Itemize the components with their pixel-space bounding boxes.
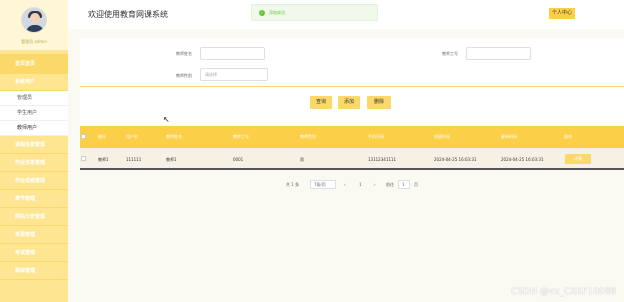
column-header: 用户名 bbox=[126, 134, 138, 139]
pagination-total: 共 1 条 bbox=[286, 182, 300, 187]
page-size-select[interactable]: 7条/页 bbox=[310, 180, 336, 189]
app-window: 管理员 admin 首页首页 系统用户 管理员 学生用户 教师用户 课程信息管理… bbox=[0, 0, 624, 302]
teacher-name-input[interactable] bbox=[200, 47, 265, 60]
goto-label: 前往 bbox=[386, 182, 394, 187]
sidebar-item-course[interactable]: 课程信息管理 bbox=[0, 136, 68, 154]
table-row[interactable]: 教师1 111111 教师1 0001 男 13112341111 2024-0… bbox=[80, 148, 624, 170]
sidebar-item-exams[interactable]: 考试管理 bbox=[0, 244, 68, 262]
table-header: 编号 用户名 教师姓名 教师工号 教师性别 手机号码 创建时间 更新时间 操作 bbox=[80, 126, 624, 148]
check-circle-icon: ✓ bbox=[259, 10, 265, 16]
sidebar-item-resources[interactable]: 资源管理 bbox=[0, 226, 68, 244]
add-button[interactable]: 添加 bbox=[338, 96, 360, 109]
sidebar: 管理员 admin 首页首页 系统用户 管理员 学生用户 教师用户 课程信息管理… bbox=[0, 0, 68, 302]
sidebar-subitem-students[interactable]: 学生用户 bbox=[0, 106, 68, 121]
sidebar-item-homework[interactable]: 作业信息管理 bbox=[0, 154, 68, 172]
cell-phone: 13112341111 bbox=[368, 157, 396, 162]
sidebar-item-homework-grades[interactable]: 作业成绩管理 bbox=[0, 172, 68, 190]
column-header: 创建时间 bbox=[434, 134, 450, 139]
cell-gender: 男 bbox=[300, 157, 304, 162]
prev-page-button[interactable]: ‹ bbox=[344, 180, 346, 189]
watermark: CSDN @vx_CXKF10088 bbox=[511, 287, 616, 297]
teacher-table: 编号 用户名 教师姓名 教师工号 教师性别 手机号码 创建时间 更新时间 操作 … bbox=[80, 126, 624, 170]
row-checkbox[interactable] bbox=[81, 156, 86, 161]
column-header: 编号 bbox=[98, 134, 106, 139]
sidebar-item-announcements[interactable]: 网站公告管理 bbox=[0, 208, 68, 226]
success-toast: ✓ 添加成功 bbox=[251, 4, 378, 21]
page-number-current[interactable]: 1 bbox=[359, 180, 362, 189]
teacher-gender-select[interactable]: 请选择 bbox=[200, 68, 268, 81]
top-bar: 欢迎使用教育网课系统 ✓ 添加成功 个人中心 bbox=[68, 0, 624, 29]
teacher-gender-label: 教师性别 bbox=[176, 73, 192, 78]
sidebar-subitem-teachers[interactable]: 教师用户 bbox=[0, 121, 68, 136]
search-panel: 教师姓名 教师工号 教师性别 请选择 查询 添加 删除 bbox=[80, 38, 624, 135]
column-header: 操作 bbox=[564, 134, 572, 139]
teacher-number-input[interactable] bbox=[466, 47, 531, 60]
cell-username: 111111 bbox=[126, 157, 142, 162]
main-content: 教师姓名 教师工号 教师性别 请选择 查询 添加 删除 编号 用户名 教师姓名 … bbox=[68, 29, 624, 302]
next-page-button[interactable]: › bbox=[374, 180, 376, 189]
cell-created: 2024-04-25 16:03:31 bbox=[434, 157, 477, 162]
page-jump-input[interactable]: 1 bbox=[398, 180, 410, 189]
sidebar-item-chapters[interactable]: 章节管理 bbox=[0, 190, 68, 208]
cell-teacher-name: 教师1 bbox=[166, 157, 177, 162]
divider bbox=[80, 86, 624, 87]
column-header: 教师性别 bbox=[300, 134, 316, 139]
page-suffix-label: 页 bbox=[414, 182, 418, 187]
sidebar-item-question-bank[interactable]: 题库管理 bbox=[0, 262, 68, 280]
teacher-name-label: 教师姓名 bbox=[176, 51, 192, 56]
app-title: 欢迎使用教育网课系统 bbox=[88, 10, 168, 19]
delete-button[interactable]: 删除 bbox=[367, 96, 391, 109]
toast-message: 添加成功 bbox=[269, 10, 285, 15]
details-button[interactable]: 详情 bbox=[565, 154, 591, 164]
mouse-cursor-icon: ↖ bbox=[163, 115, 170, 124]
cell-updated: 2024-04-25 16:03:31 bbox=[501, 157, 544, 162]
column-header: 教师工号 bbox=[233, 134, 249, 139]
sidebar-user-panel: 管理员 admin bbox=[0, 0, 68, 50]
profile-button[interactable]: 个人中心 bbox=[549, 8, 576, 19]
avatar[interactable] bbox=[21, 7, 47, 33]
column-header: 手机号码 bbox=[368, 134, 384, 139]
column-header: 更新时间 bbox=[501, 134, 517, 139]
sidebar-item-home[interactable]: 首页首页 bbox=[0, 54, 68, 74]
cell-id: 教师1 bbox=[98, 157, 109, 162]
sidebar-subitem-admin[interactable]: 管理员 bbox=[0, 91, 68, 106]
sidebar-user-name: 管理员 admin bbox=[21, 39, 47, 44]
query-button[interactable]: 查询 bbox=[310, 96, 332, 109]
sidebar-group-users[interactable]: 系统用户 bbox=[0, 74, 68, 91]
select-all-checkbox[interactable] bbox=[81, 134, 86, 139]
column-header: 教师姓名 bbox=[166, 134, 182, 139]
teacher-number-label: 教师工号 bbox=[442, 51, 458, 56]
cell-teacher-number: 0001 bbox=[233, 157, 244, 162]
